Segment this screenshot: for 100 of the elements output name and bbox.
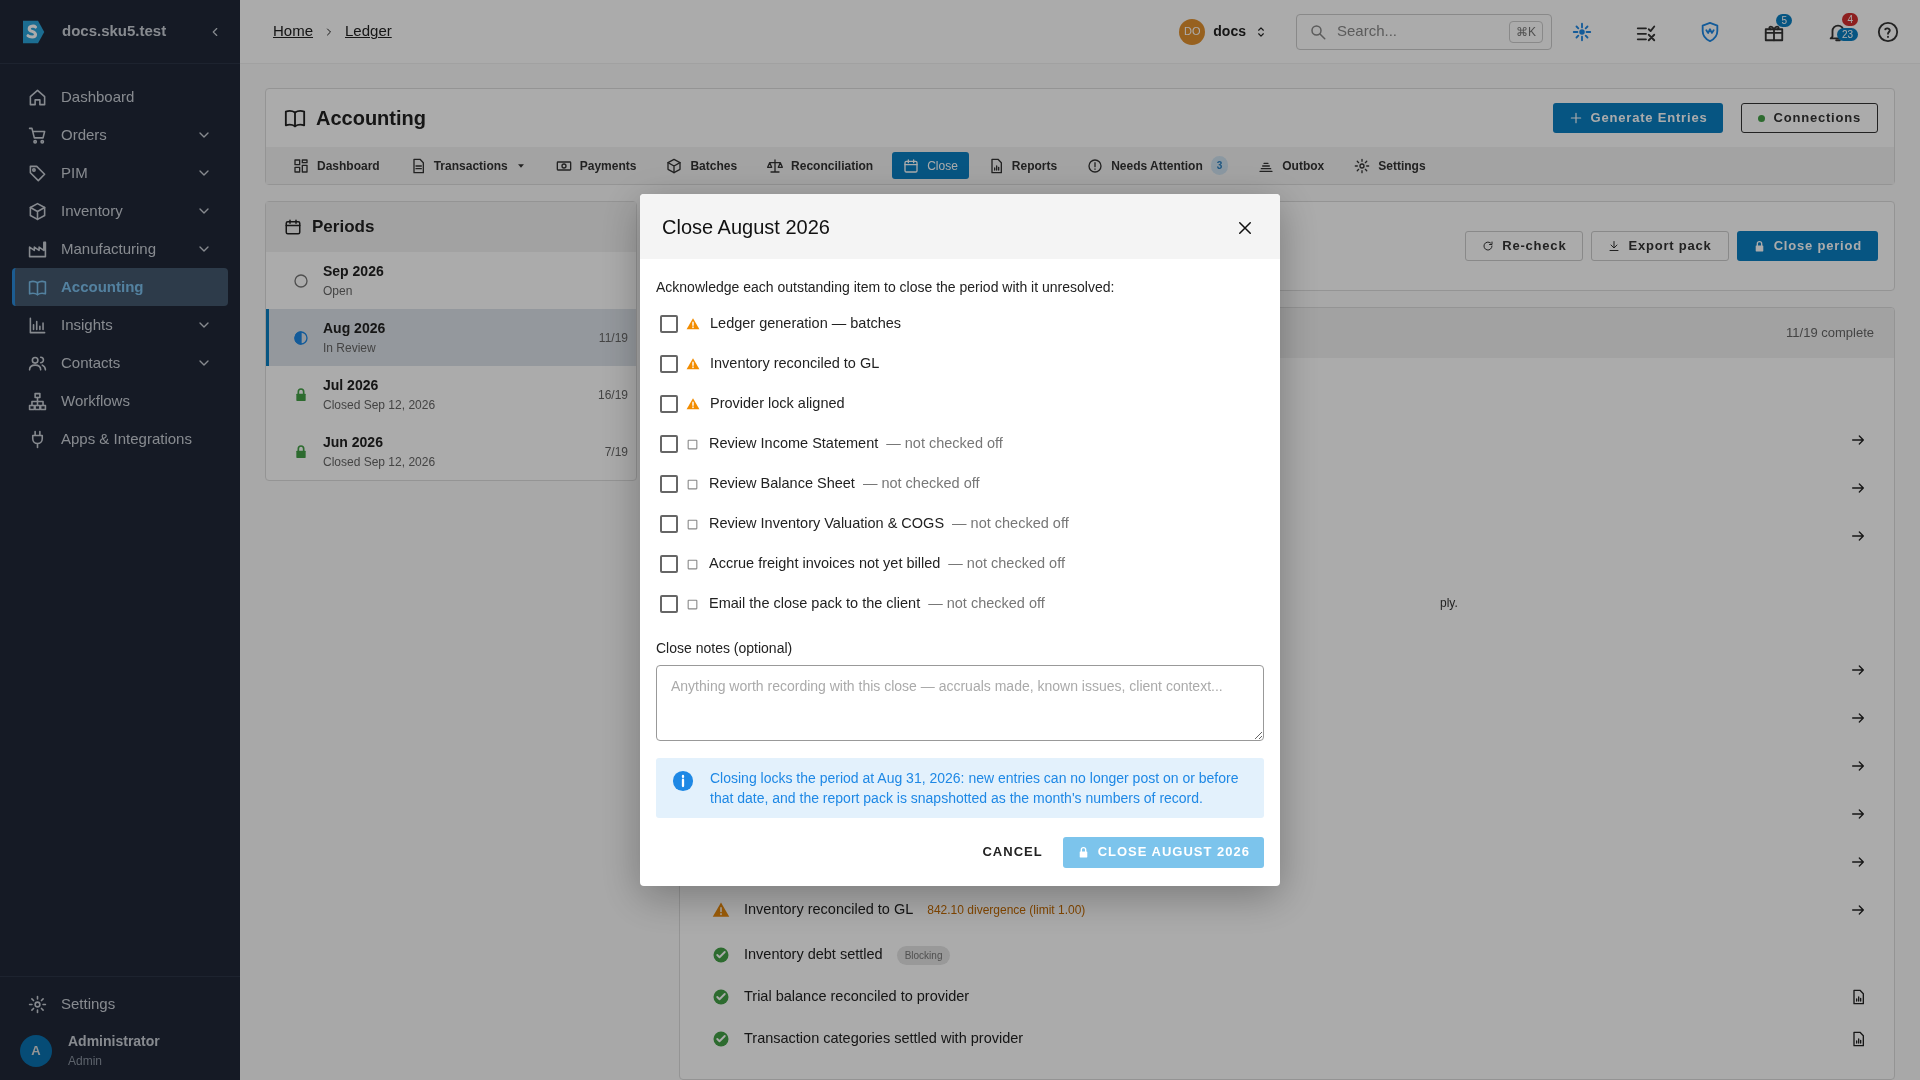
period-item[interactable]: Jul 2026 Closed Sep 12, 2026 16/19: [266, 366, 636, 423]
sidebar-item[interactable]: PIM: [12, 154, 228, 192]
sidebar-item[interactable]: Workflows: [12, 382, 228, 420]
close-period-button[interactable]: Close period: [1736, 231, 1878, 261]
item-note: — not checked off: [928, 594, 1045, 614]
check-circle-icon: [712, 988, 730, 1006]
tab[interactable]: Needs Attention 3: [1076, 152, 1240, 179]
item-note: — not checked off: [948, 554, 1065, 574]
breadcrumb-link[interactable]: Home: [273, 20, 313, 43]
arrow-right-icon[interactable]: [1850, 758, 1866, 774]
sidebar-item[interactable]: Inventory: [12, 192, 228, 230]
breadcrumb-link[interactable]: Ledger: [345, 20, 392, 43]
tab[interactable]: Outbox: [1247, 152, 1336, 179]
plus-icon: [1568, 111, 1583, 125]
arrow-right-icon[interactable]: [1850, 528, 1866, 544]
period-status: Closed Sep 12, 2026: [323, 397, 436, 414]
tab[interactable]: Dashboard: [282, 152, 391, 179]
period-item[interactable]: Jun 2026 Closed Sep 12, 2026 7/19: [266, 423, 636, 480]
period-progress: 11/19: [598, 329, 628, 347]
arrow-right-icon[interactable]: [1850, 480, 1866, 496]
tab[interactable]: Reports: [976, 152, 1069, 179]
period-status: Closed Sep 12, 2026: [323, 454, 436, 471]
dialog-title: Close August 2026: [662, 214, 830, 240]
arrow-right-icon[interactable]: [1850, 710, 1866, 726]
brand-name: docs.sku5.test: [62, 21, 167, 42]
checkbox[interactable]: [660, 315, 678, 334]
sidebar-item[interactable]: Insights: [12, 306, 228, 344]
warning-icon: [712, 901, 730, 919]
period-item[interactable]: Aug 2026 In Review 11/19: [266, 309, 636, 366]
checkbox[interactable]: [660, 595, 678, 614]
checkbox[interactable]: [660, 475, 678, 494]
info-icon: [672, 770, 694, 793]
item-label: Provider lock aligned: [710, 394, 845, 414]
square-icon: [686, 477, 699, 491]
tag-icon: [28, 163, 47, 183]
box-icon: [28, 201, 47, 221]
sparkle-icon: [1571, 20, 1593, 43]
check-circle-icon: [712, 1030, 730, 1048]
warning-icon: [686, 357, 700, 372]
arrow-right-icon[interactable]: [1850, 432, 1866, 448]
tab[interactable]: Transactions: [398, 152, 537, 179]
toolbar-button[interactable]: 5: [1754, 11, 1794, 52]
arrow-right-icon[interactable]: [1850, 902, 1866, 918]
period-item[interactable]: Sep 2026 Open: [266, 252, 636, 309]
square-icon: [686, 437, 699, 451]
connections-button[interactable]: Connections: [1741, 103, 1878, 133]
help-icon: [1877, 20, 1899, 43]
item-label: Review Income Statement: [709, 434, 879, 454]
tab[interactable]: Close: [892, 152, 969, 179]
checkbox[interactable]: [660, 435, 678, 454]
period-name: Aug 2026: [323, 319, 386, 338]
tab[interactable]: Reconciliation: [756, 152, 885, 179]
sidebar-item[interactable]: Contacts: [12, 344, 228, 382]
info-text: Closing locks the period at Aug 31, 2026: new entries can no longer post on or before that date, and the report pack is snapshotted as the month's numbers of record.: [710, 769, 1240, 809]
search-icon: [1309, 22, 1327, 41]
bar-chart-icon: [28, 315, 47, 335]
checkbox[interactable]: [660, 395, 678, 414]
report-icon[interactable]: [1850, 989, 1866, 1005]
half-circle-icon: [293, 329, 309, 346]
item-label: Ledger generation — batches: [710, 314, 902, 334]
period-name: Jul 2026: [323, 376, 380, 395]
period-status: In Review: [323, 340, 377, 357]
sidebar-item[interactable]: Manufacturing: [12, 230, 228, 268]
report-icon[interactable]: [1850, 1031, 1866, 1047]
sidebar-item[interactable]: Settings: [12, 985, 228, 1023]
people-icon: [28, 353, 47, 373]
org-name: docs: [1213, 22, 1246, 41]
page-title: Accounting: [316, 106, 426, 131]
tab[interactable]: Batches: [655, 152, 749, 179]
arrow-right-icon[interactable]: [1850, 662, 1866, 678]
checkbox[interactable]: [660, 355, 678, 374]
empty-circle-icon: [293, 272, 309, 289]
checkbox[interactable]: [660, 515, 678, 534]
org-switcher[interactable]: DO docs: [1179, 18, 1268, 45]
user-name: Administrator: [68, 1032, 160, 1051]
factory-icon: [28, 239, 47, 259]
tab[interactable]: Settings: [1343, 152, 1437, 179]
check-label: Inventory reconciled to GL: [744, 900, 914, 920]
grid-icon: [293, 157, 309, 174]
search-field[interactable]: Search... ⌘K: [1296, 13, 1552, 50]
notes-field[interactable]: Anything worth recording with this close — accruals made, known issues, client context...: [656, 665, 1264, 742]
sidebar-item[interactable]: Orders: [12, 116, 228, 154]
sidebar-item[interactable]: Dashboard: [12, 78, 228, 116]
field-label: Close notes (optional): [656, 639, 794, 659]
recheck-button[interactable]: Re-check: [1465, 231, 1584, 261]
item-note: — not checked off: [862, 474, 980, 494]
sidebar-item[interactable]: Apps & Integrations: [12, 420, 228, 458]
cancel-button[interactable]: CANCEL: [970, 836, 1055, 868]
item-label: Review Inventory Valuation & COGS: [709, 514, 945, 534]
org-avatar: DO: [1179, 18, 1206, 45]
generate-button[interactable]: Generate Entries: [1552, 103, 1724, 133]
export-button[interactable]: Export pack: [1591, 231, 1729, 261]
check-label: Inventory debt settled: [744, 945, 883, 965]
arrow-right-icon[interactable]: [1850, 806, 1866, 822]
item-label: Email the close pack to the client: [709, 594, 921, 614]
settings-icon: [28, 994, 47, 1014]
checkbox[interactable]: [660, 555, 678, 574]
arrow-right-icon[interactable]: [1850, 854, 1866, 870]
toolbar-button[interactable]: 4 23: [1818, 11, 1858, 52]
tab[interactable]: Payments: [544, 152, 648, 179]
